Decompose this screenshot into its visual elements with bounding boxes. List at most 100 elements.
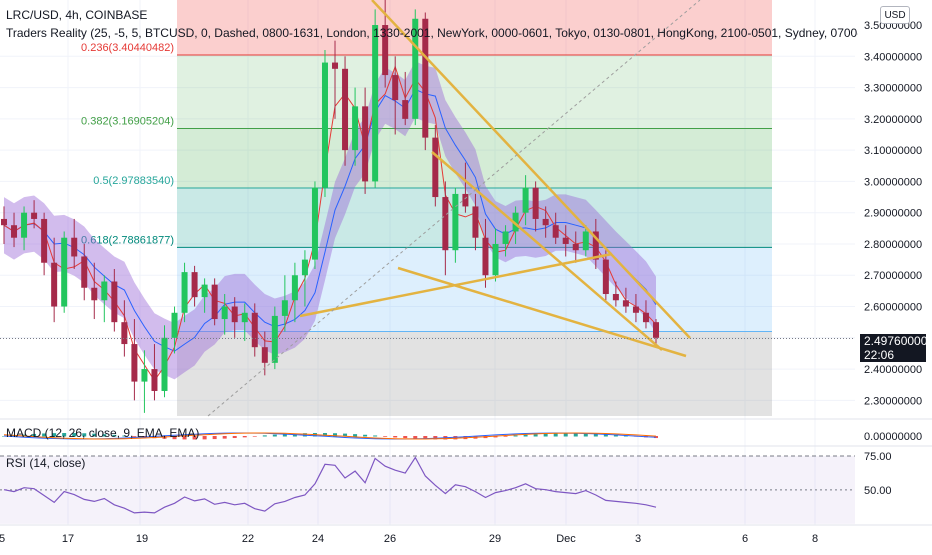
macd-histogram-bar xyxy=(363,434,368,437)
time-tick-label: 26 xyxy=(384,533,396,545)
candle-up xyxy=(582,231,589,251)
candle-down xyxy=(612,294,619,301)
price-chart[interactable]: 0.236(3.40440482) 0.382(3.16905204) 0.5(2.… xyxy=(0,0,932,550)
candle-down xyxy=(362,106,369,182)
macd-histogram-bar xyxy=(503,436,508,437)
time-tick-label: 6 xyxy=(742,533,748,545)
candle-up xyxy=(281,300,288,316)
candle-down xyxy=(211,284,218,320)
candle-down xyxy=(542,218,549,226)
candle-up xyxy=(161,337,168,391)
rsi-label: RSI (14, close) xyxy=(6,456,86,470)
candle-down xyxy=(251,312,258,348)
price-axis[interactable]: 3.500000003.400000003.300000003.20000000… xyxy=(855,0,932,550)
symbol-legend[interactable]: LRC/USD, 4h, COINBASE xyxy=(6,8,147,22)
rsi-axis-label: 75.00 xyxy=(864,451,892,463)
macd-histogram-bar xyxy=(242,436,247,438)
candle-down xyxy=(31,212,38,219)
candle-down xyxy=(402,100,409,119)
macd-histogram-bar xyxy=(262,435,267,437)
candle-down xyxy=(532,187,539,219)
candle-down xyxy=(261,347,268,363)
candle-down xyxy=(231,306,238,323)
rsi-legend[interactable]: RSI (14, close) xyxy=(6,456,85,470)
candle-down xyxy=(91,287,98,301)
candle-up xyxy=(372,25,379,182)
candle-down xyxy=(572,243,579,251)
macd-histogram-bar xyxy=(523,434,528,437)
candle-up xyxy=(502,231,509,244)
time-tick-label: 3 xyxy=(635,533,641,545)
candle-down xyxy=(642,312,649,323)
candle-down xyxy=(602,259,609,295)
time-tick-label: 5 xyxy=(0,533,5,545)
macd-histogram-bar xyxy=(272,434,277,437)
candle-down xyxy=(482,237,489,276)
macd-histogram-bar xyxy=(353,434,358,437)
current-price-tag: 2.49760000 22:06 xyxy=(860,334,928,362)
candle-down xyxy=(51,262,58,307)
rsi-axis-label: 50.00 xyxy=(864,485,892,497)
candle-up xyxy=(492,243,499,276)
macd-histogram-bar xyxy=(373,435,378,437)
time-tick-label: 24 xyxy=(312,533,324,545)
candle-down xyxy=(11,225,18,238)
price-tick-label: 3.10000000 xyxy=(864,145,922,157)
macd-histogram-bar xyxy=(403,436,408,439)
candle-down xyxy=(191,272,198,298)
indicator-legend[interactable]: Traders Reality (25, -5, 5, BTCUSD, 0, D… xyxy=(6,26,858,40)
time-tick-label: 22 xyxy=(242,533,254,545)
candle-down xyxy=(81,256,88,288)
macd-histogram-bar xyxy=(222,436,227,439)
candle-up xyxy=(61,237,68,307)
rsi-pane[interactable]: 75.00 50.00 xyxy=(0,445,932,524)
candle-down xyxy=(151,369,158,391)
macd-legend[interactable]: MACD (12, 26, close, 9, EMA, EMA) xyxy=(6,426,199,440)
candle-down xyxy=(71,237,78,257)
candle-up xyxy=(21,212,28,238)
fib-label: 0.236(3.40440482) xyxy=(81,42,174,54)
time-tick-label: Dec xyxy=(556,533,576,545)
chart-window: 0.236(3.40440482) 0.382(3.16905204) 0.5(2.… xyxy=(0,0,932,550)
macd-histogram-bar xyxy=(393,436,398,438)
candle-up xyxy=(301,259,308,276)
candle-up xyxy=(181,272,188,313)
macd-histogram-bar xyxy=(202,436,207,440)
time-tick-label: 19 xyxy=(136,533,148,545)
macd-histogram-bar xyxy=(232,436,237,439)
candle-up xyxy=(171,312,178,338)
candle-up xyxy=(221,306,228,320)
candle-up xyxy=(291,275,298,301)
candle-down xyxy=(562,237,569,244)
macd-histogram-bar xyxy=(513,435,518,437)
time-tick-label: 8 xyxy=(812,533,818,545)
macd-axis-label: 0.00000000 xyxy=(864,431,922,443)
price-tick-label: 3.00000000 xyxy=(864,176,922,188)
candle-down xyxy=(111,281,118,323)
candle-down xyxy=(653,322,659,338)
price-tick-label: 2.40000000 xyxy=(864,364,922,376)
candle-down xyxy=(462,193,469,207)
candle-up xyxy=(271,315,278,363)
candle-up xyxy=(452,193,459,251)
candle-down xyxy=(442,197,449,251)
price-tick-label: 3.30000000 xyxy=(864,83,922,95)
fib-label: 0.5(2.97883540) xyxy=(93,175,174,187)
candle-up xyxy=(522,187,529,213)
candle-down xyxy=(131,344,138,382)
current-price: 2.49760000 xyxy=(864,334,928,348)
candle-down xyxy=(632,306,639,313)
bar-countdown: 22:06 xyxy=(864,348,895,362)
candle-down xyxy=(432,137,439,198)
candle-down xyxy=(41,218,48,263)
candle-up xyxy=(352,106,359,151)
macd-histogram-bar xyxy=(383,436,388,437)
candle-down xyxy=(342,68,349,151)
candle-down xyxy=(332,62,339,69)
candle-down xyxy=(121,322,128,345)
currency-button[interactable]: USD xyxy=(880,6,910,24)
price-tick-label: 2.30000000 xyxy=(864,395,922,407)
candle-down xyxy=(392,75,399,101)
fib-label: 0.382(3.16905204) xyxy=(81,116,174,128)
price-tick-label: 2.60000000 xyxy=(864,302,922,314)
